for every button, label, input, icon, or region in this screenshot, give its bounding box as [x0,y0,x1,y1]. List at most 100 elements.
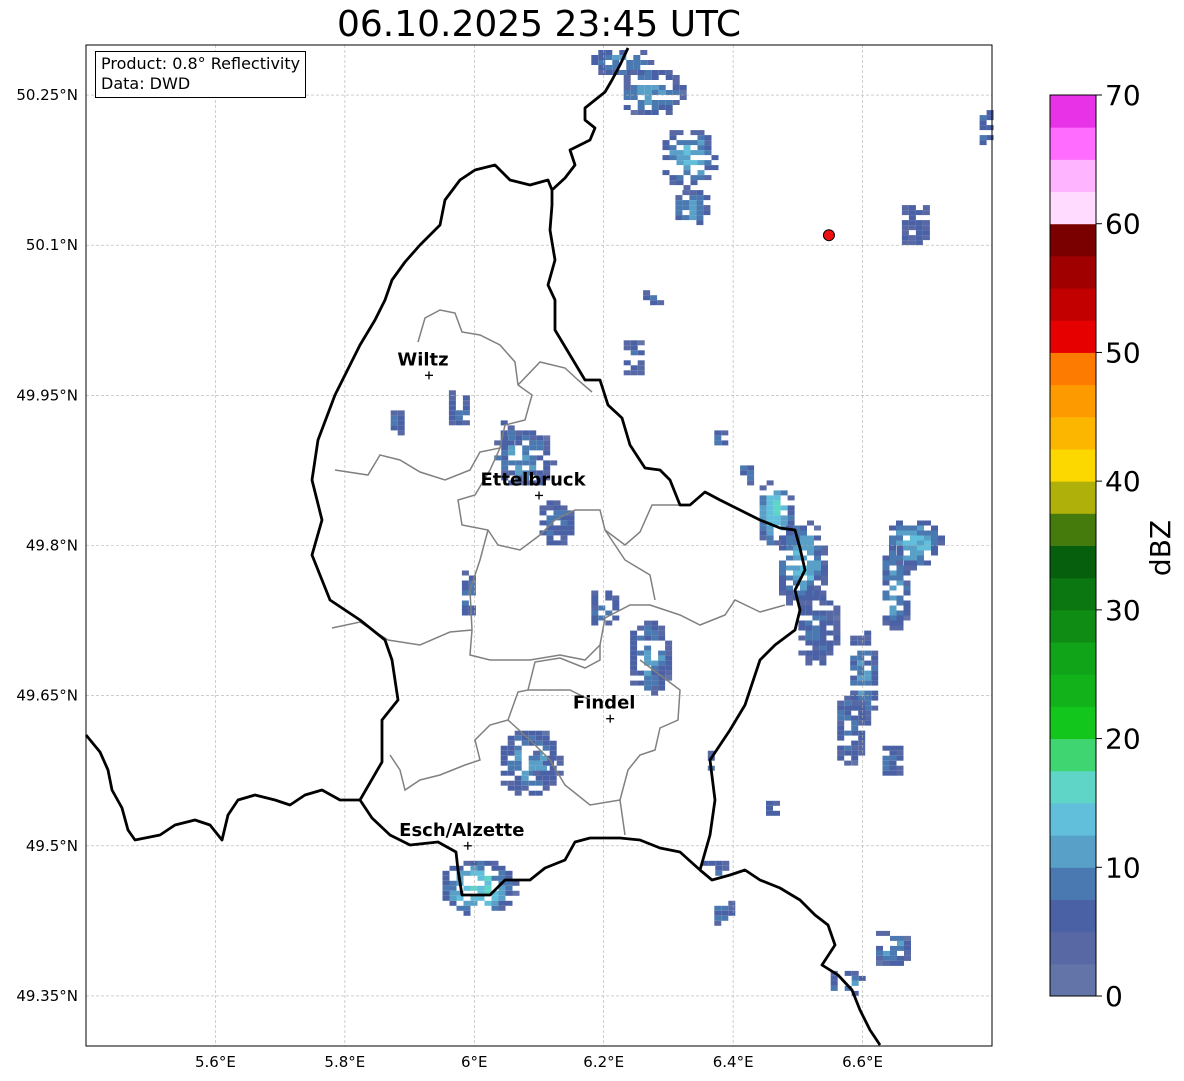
lon-tick-label: 6.2°E [583,1053,624,1071]
radar-echo-cell [683,150,691,156]
radar-echo-cell [844,970,852,976]
radar-echo-cell [591,605,599,611]
radar-echo-cell [662,155,670,161]
radar-echo-cell [786,540,793,546]
radar-echo-cell [807,540,814,546]
radar-echo-cell [882,595,890,601]
radar-echo-cell [897,960,904,966]
radar-echo-cell [922,225,930,231]
radar-echo-cell [612,60,620,65]
radar-echo-cell [623,345,631,351]
radar-echo-cell [780,515,788,521]
radar-echo-cell [512,880,520,886]
radar-echo-cell [826,630,834,636]
radar-echo-cell [857,655,865,661]
radar-echo-cell [543,445,551,451]
radar-echo-cell [546,505,554,511]
radar-echo-cell [851,720,859,726]
radar-echo-cell [837,745,845,751]
radar-echo-cell [662,140,670,146]
radar-echo-cell [897,945,904,951]
radar-echo-cell [837,700,845,706]
lat-tick-label: 50.1°N [26,236,78,254]
radar-echo-cell [714,910,722,916]
radar-echo-cell [657,300,665,306]
radar-echo-cell [507,765,515,771]
radar-echo-cell [931,545,938,551]
radar-map: Wiltz Ettelbruck Findel Esch/Alzette 50.25°… [16,44,994,1071]
radar-echo-cell [442,885,450,891]
radar-echo-cell [833,615,841,621]
radar-echo-cell [896,525,903,531]
radar-echo-cell [805,595,813,601]
radar-echo-cell [844,695,852,701]
radar-echo-cell [721,430,729,436]
radar-echo-cell [917,520,924,526]
radar-echo-cell [779,580,786,586]
radar-echo-cell [805,625,813,631]
radar-echo-cell [640,50,648,55]
radar-echo-cell [819,650,827,656]
radar-echo-cell [910,525,917,531]
radar-echo-cell [812,625,820,631]
radar-echo-cell [857,640,865,646]
radar-echo-cell [819,655,827,661]
radar-echo-cell [833,625,841,631]
radar-echo-cell [896,540,903,546]
radar-echo-cell [889,560,897,566]
radar-echo-cell [786,545,793,551]
radar-echo-cell [883,950,890,956]
radar-echo-cell [851,695,859,701]
radar-echo-cell [704,135,712,141]
radar-echo-cell [665,75,673,80]
radar-echo-cell [721,915,729,921]
radar-echo-cell [484,885,492,891]
radar-echo-cell [644,85,652,90]
radar-echo-cell [837,750,845,756]
radar-echo-cell [903,605,911,611]
radar-echo-cell [904,935,911,941]
radar-echo-cell [637,340,645,346]
radar-echo-cell [901,230,909,236]
radar-echo-cell [529,460,537,466]
radar-echo-cell [896,595,904,601]
radar-echo-cell [605,50,613,55]
radar-echo-cell [986,125,994,131]
radar-echo-cell [901,240,909,246]
radar-echo-cell [500,770,508,776]
radar-echo-cell [676,140,684,146]
radar-echo-cell [442,890,450,896]
radar-echo-cell [773,490,781,496]
radar-echo-cell [637,85,645,90]
radar-echo-cell [633,55,641,60]
radar-echo-cell [931,530,938,536]
radar-echo-cell [858,730,866,736]
radar-echo-cell [889,620,897,626]
radar-echo-cell [697,175,705,181]
radar-echo-cell [477,870,485,876]
radar-echo-cell [675,205,683,211]
radar-echo-cell [871,650,879,656]
radar-echo-cell [766,540,774,546]
radar-echo-cell [675,215,683,221]
radar-echo-cell [814,575,821,581]
radar-echo-cell [938,535,945,541]
radar-echo-cell [637,650,645,656]
radar-echo-cell [864,660,872,666]
radar-echo-cell [851,700,859,706]
radar-echo-cell [889,625,897,631]
radar-echo-cell [529,430,537,436]
radar-echo-cell [814,535,821,541]
radar-echo-cell [533,750,541,756]
radar-echo-cell [630,680,638,686]
radar-echo-cell [793,555,800,561]
radar-echo-cell [683,140,691,146]
radar-echo-cell [683,185,691,191]
radar-echo-cell [858,710,866,716]
radar-echo-cell [851,740,859,746]
radar-echo-cell [910,545,917,551]
radar-echo-cell [805,600,813,606]
radar-echo-cell [651,625,659,631]
radar-echo-cell [858,700,866,706]
radar-echo-cell [498,900,506,906]
